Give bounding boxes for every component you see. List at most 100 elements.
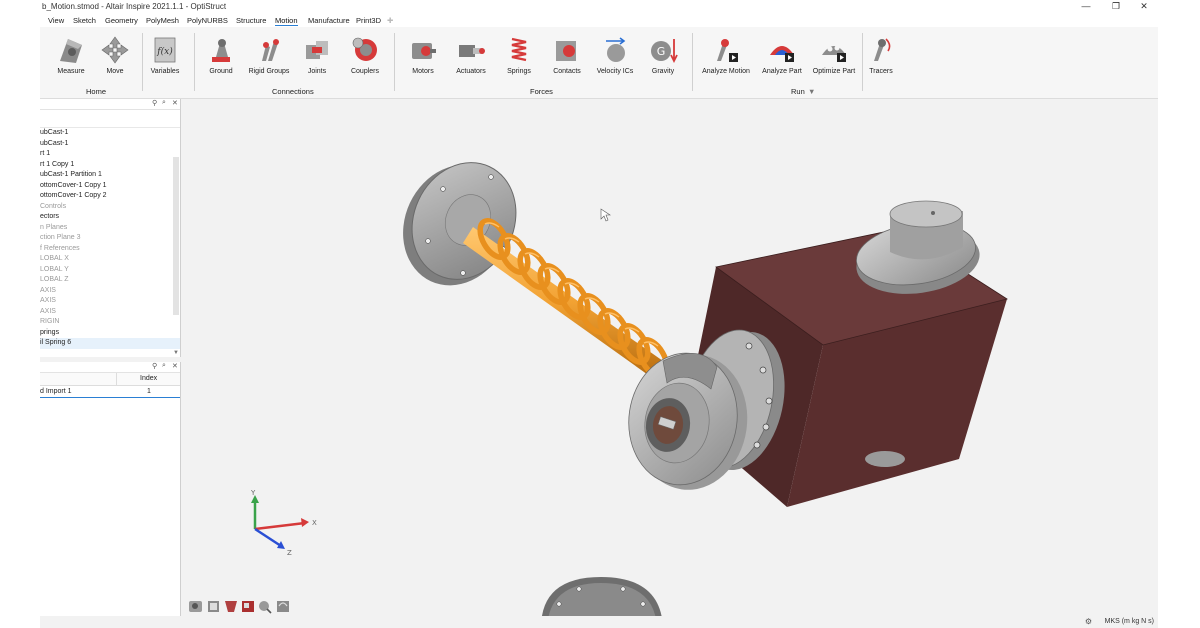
measure-tool[interactable]: Measure <box>46 35 96 75</box>
column-divider <box>116 373 117 385</box>
tree-scrollbar[interactable] <box>173 157 179 315</box>
analyze-motion-tool[interactable]: Analyze Motion <box>701 35 751 75</box>
tree-row[interactable]: RIGIN <box>40 317 180 328</box>
tree-row[interactable]: AXIS <box>40 286 180 297</box>
actuators-icon <box>459 45 485 57</box>
tree-row[interactable]: LOBAL Y <box>40 265 180 276</box>
optimize-part-tool[interactable]: Optimize Part <box>809 35 859 75</box>
settings-gear-icon[interactable]: ⚙ <box>1085 617 1092 626</box>
tree-row[interactable]: ubCast-1 <box>40 139 180 150</box>
velocity-ics-tool[interactable]: Velocity ICs <box>590 35 640 75</box>
menu-structure[interactable]: Structure <box>236 16 266 25</box>
springs-label: Springs <box>507 68 531 75</box>
model-browser-panel: ⚲ ⌕ ✕ ubCast-1 ubCast-1 rt 1 rt 1 Copy 1… <box>40 99 181 357</box>
tree-row[interactable]: ectors <box>40 212 180 223</box>
scroll-down-icon[interactable]: ▼ <box>173 350 179 356</box>
tree-row[interactable]: AXIS <box>40 307 180 318</box>
model-browser-header: ⚲ ⌕ ✕ <box>40 99 180 110</box>
title-bar: b_Motion.stmod - Altair Inspire 2021.1.1… <box>40 0 1158 14</box>
menu-motion[interactable]: Motion <box>275 16 298 26</box>
variables-icon: f(x) <box>154 37 176 63</box>
left-flange[interactable] <box>384 145 535 303</box>
menu-polynurbs[interactable]: PolyNURBS <box>187 16 228 25</box>
analyze-part-label: Analyze Part <box>762 68 802 75</box>
model-browser-filter[interactable] <box>40 110 180 128</box>
view-cube-icon[interactable] <box>189 601 202 612</box>
tree-row[interactable]: LOBAL Z <box>40 275 180 286</box>
row-index: 1 <box>147 388 151 395</box>
tree-row[interactable]: n Planes <box>40 223 180 234</box>
tree-row[interactable]: Controls <box>40 202 180 213</box>
index-column-header[interactable]: Index <box>140 375 157 382</box>
tree-row[interactable]: ubCast-1 <box>40 128 180 139</box>
group-connections-label: Connections <box>272 87 314 96</box>
rotate-view-icon[interactable] <box>277 601 289 612</box>
gravity-tool[interactable]: G Gravity <box>638 35 688 75</box>
binoculars-icon[interactable]: ⚲ <box>152 362 157 370</box>
add-tab-icon[interactable]: ✚ <box>387 16 393 25</box>
analyze-part-tool[interactable]: Analyze Part <box>757 35 807 75</box>
run-dropdown-icon[interactable]: ▼ <box>808 87 815 96</box>
close-icon[interactable]: ✕ <box>172 99 178 107</box>
status-bar: ⚙ MKS (m kg N s) <box>40 616 1158 628</box>
units-status[interactable]: MKS (m kg N s) <box>1105 618 1154 625</box>
property-panel: ⚲ ⌕ ✕ Index d Import 1 1 <box>40 362 181 616</box>
minimize-button[interactable]: — <box>1072 0 1100 14</box>
optimize-part-label: Optimize Part <box>812 68 856 75</box>
close-icon[interactable]: ✕ <box>172 362 178 370</box>
tree-row[interactable]: rt 1 <box>40 149 180 160</box>
menu-view[interactable]: View <box>48 16 64 25</box>
binoculars-icon[interactable]: ⚲ <box>152 99 157 107</box>
tree-row-selected[interactable]: il Spring 6 <box>40 338 180 349</box>
model-scene[interactable]: Y X Z <box>181 99 1158 628</box>
section-cut-icon[interactable] <box>225 601 237 612</box>
tree-row[interactable]: AXIS <box>40 296 180 307</box>
tracers-tool[interactable]: Tracers <box>856 35 906 75</box>
tree-row[interactable]: f References <box>40 244 180 255</box>
ground-tool[interactable]: Ground <box>196 35 246 75</box>
menu-polymesh[interactable]: PolyMesh <box>146 16 179 25</box>
springs-tool[interactable]: Springs <box>494 35 544 75</box>
table-row[interactable]: d Import 1 1 <box>40 386 180 398</box>
tree-row[interactable]: rt 1 Copy 1 <box>40 160 180 171</box>
tree-row[interactable]: prings <box>40 328 180 339</box>
motors-icon <box>412 43 436 59</box>
couplers-label: Couplers <box>350 68 379 75</box>
menu-sketch[interactable]: Sketch <box>73 16 96 25</box>
contacts-label: Contacts <box>553 68 581 75</box>
ribbon-separator <box>394 33 395 91</box>
variables-tool[interactable]: f(x) Variables <box>140 35 190 75</box>
axis-triad[interactable]: Y X Z <box>250 489 317 557</box>
velocity-ics-label: Velocity ICs <box>596 68 634 75</box>
3d-viewport[interactable]: Y X Z <box>181 99 1158 628</box>
fit-view-icon[interactable] <box>208 601 219 612</box>
contacts-tool[interactable]: Contacts <box>542 35 592 75</box>
joints-tool[interactable]: Joints <box>292 35 342 75</box>
menu-geometry[interactable]: Geometry <box>105 16 138 25</box>
gravity-label: Gravity <box>651 68 675 75</box>
search-icon[interactable]: ⌕ <box>162 362 166 370</box>
menu-print3d[interactable]: Print3D <box>356 16 381 25</box>
joints-label: Joints <box>307 68 327 75</box>
tree-row[interactable]: ction Plane 3 <box>40 233 180 244</box>
render-mode-icon[interactable] <box>242 601 254 612</box>
move-tool[interactable]: Move <box>90 35 140 75</box>
tree-row[interactable]: LOBAL X <box>40 254 180 265</box>
menu-manufacture[interactable]: Manufacture <box>308 16 350 25</box>
variables-label: Variables <box>150 68 180 75</box>
tree-row[interactable]: ubCast-1 Partition 1 <box>40 170 180 181</box>
couplers-icon <box>352 37 377 61</box>
search-icon[interactable]: ⌕ <box>162 99 166 107</box>
tree-row[interactable]: ottomCover-1 Copy 2 <box>40 191 180 202</box>
actuators-tool[interactable]: Actuators <box>446 35 496 75</box>
motors-tool[interactable]: Motors <box>398 35 448 75</box>
couplers-tool[interactable]: Couplers <box>340 35 390 75</box>
tree-row[interactable]: ottomCover-1 Copy 1 <box>40 181 180 192</box>
close-button[interactable]: ✕ <box>1130 0 1158 14</box>
maximize-button[interactable]: ❐ <box>1102 0 1130 14</box>
group-home-label: Home <box>86 87 107 96</box>
rigid-groups-tool[interactable]: Rigid Groups <box>244 35 294 75</box>
contacts-icon <box>556 41 576 61</box>
zoom-icon[interactable] <box>259 601 272 614</box>
tracers-icon <box>874 38 891 61</box>
